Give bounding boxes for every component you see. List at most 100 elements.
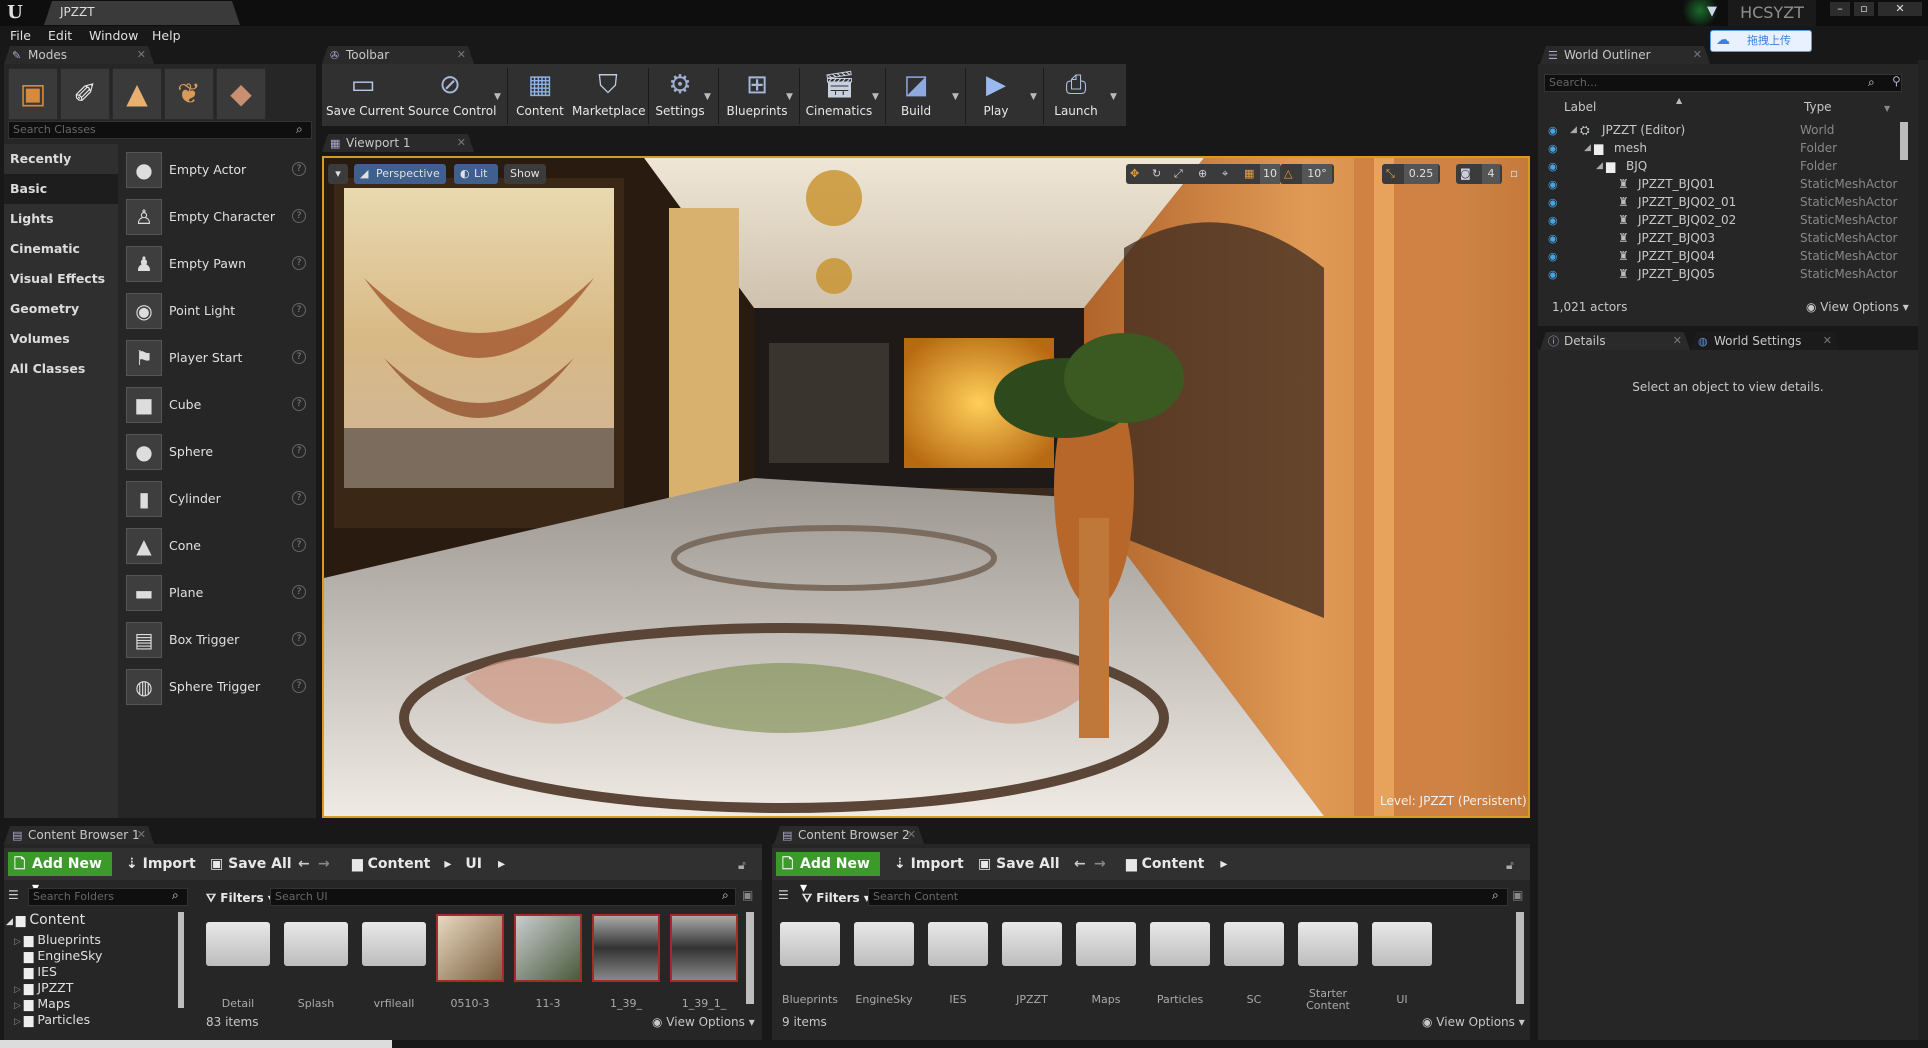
close-icon[interactable]: ✕ bbox=[1823, 332, 1832, 350]
grid-snap-value[interactable]: 10 bbox=[1260, 164, 1280, 184]
scale-snap[interactable]: ⤡ 0.25 bbox=[1382, 164, 1440, 184]
cb2-folder-thumbnail[interactable] bbox=[1224, 922, 1284, 966]
cb2-sources-toggle-icon[interactable]: ☰ bbox=[778, 888, 789, 902]
cb2-view-options[interactable]: ◉ View Options ▾ bbox=[1422, 1015, 1525, 1029]
help-icon[interactable]: ? bbox=[292, 256, 306, 270]
cb2-folder-thumbnail[interactable] bbox=[780, 922, 840, 966]
cb1-folder-thumbnail[interactable] bbox=[284, 922, 348, 966]
close-icon[interactable]: ✕ bbox=[457, 46, 466, 64]
cb1-forward-icon[interactable]: → bbox=[318, 852, 330, 876]
category-geometry[interactable]: Geometry bbox=[4, 294, 118, 324]
visibility-eye-icon[interactable]: ◉ bbox=[1548, 194, 1558, 212]
tab-toolbar[interactable]: ✇ Toolbar ✕ bbox=[322, 46, 474, 64]
category-lights[interactable]: Lights bbox=[4, 204, 118, 234]
cinematics-button[interactable]: 🎬︎ Cinematics bbox=[804, 68, 874, 126]
category-recently-placed[interactable]: Recently Placed bbox=[4, 144, 118, 196]
source-control-button[interactable]: ⊘ Source Control bbox=[408, 68, 496, 126]
document-tab[interactable]: JPZZT bbox=[44, 1, 240, 25]
visibility-eye-icon[interactable]: ◉ bbox=[1548, 248, 1558, 266]
cb1-import-button[interactable]: ⇣ Import bbox=[126, 852, 196, 876]
perspective-button[interactable]: ◢ Perspective bbox=[354, 164, 446, 184]
launch-dropdown-icon[interactable]: ▼ bbox=[1110, 92, 1117, 102]
world-space-icon[interactable]: ⊕ bbox=[1198, 164, 1207, 184]
cb2-search-input[interactable]: Search Content bbox=[868, 888, 1508, 906]
close-icon[interactable]: ✕ bbox=[1878, 2, 1922, 16]
grid-snap-icon[interactable]: ▦ bbox=[1244, 164, 1254, 184]
cb1-folder-thumbnail[interactable] bbox=[362, 922, 426, 966]
help-icon[interactable]: ? bbox=[292, 397, 306, 411]
close-icon[interactable]: ✕ bbox=[1693, 46, 1702, 64]
place-item-empty-character[interactable]: ♙ Empty Character? bbox=[126, 195, 312, 239]
menu-help[interactable]: Help bbox=[152, 26, 181, 46]
cb1-back-icon[interactable]: ← bbox=[298, 852, 310, 876]
visibility-eye-icon[interactable]: ◉ bbox=[1548, 266, 1558, 284]
rotation-snap[interactable]: △ 10° bbox=[1280, 164, 1334, 184]
minimize-icon[interactable]: – bbox=[1830, 2, 1850, 16]
close-icon[interactable]: ✕ bbox=[137, 826, 146, 844]
breadcrumb-content[interactable]: Content bbox=[368, 856, 431, 872]
outliner-row[interactable]: ◉ ♜ JPZZT_BJQ01 StaticMeshActor bbox=[1544, 175, 1914, 193]
place-item-plane[interactable]: ▬ Plane? bbox=[126, 571, 312, 615]
help-icon[interactable]: ? bbox=[292, 585, 306, 599]
blueprints-dropdown-icon[interactable]: ▼ bbox=[786, 92, 793, 102]
menu-edit[interactable]: Edit bbox=[48, 26, 72, 46]
help-icon[interactable]: ? bbox=[292, 350, 306, 364]
scale-icon[interactable]: ⤢ bbox=[1174, 164, 1183, 184]
cb1-texture-thumbnail[interactable] bbox=[592, 914, 660, 982]
outliner-row[interactable]: ◉ ♜ JPZZT_BJQ05 StaticMeshActor bbox=[1544, 265, 1914, 283]
camera-speed[interactable]: ◙ 4 bbox=[1456, 164, 1502, 184]
place-item-box-trigger[interactable]: ▤ Box Trigger? bbox=[126, 618, 312, 662]
foliage-mode-icon[interactable]: ❦ bbox=[164, 68, 214, 120]
cinematics-dropdown-icon[interactable]: ▼ bbox=[872, 92, 879, 102]
cb1-view-options[interactable]: ◉ View Options ▾ bbox=[652, 1015, 755, 1029]
build-dropdown-icon[interactable]: ▼ bbox=[952, 92, 959, 102]
save-current-button[interactable]: ▭ Save Current bbox=[326, 68, 404, 126]
play-dropdown-icon[interactable]: ▼ bbox=[1030, 92, 1037, 102]
expand-arrow-icon[interactable]: ◢ bbox=[1584, 139, 1591, 157]
tab-modes[interactable]: ✎ Modes ✕ bbox=[4, 46, 154, 64]
breadcrumb-content[interactable]: Content bbox=[1142, 856, 1205, 872]
help-icon[interactable]: ? bbox=[292, 632, 306, 646]
cb1-add-new-button[interactable]: 🗋︎Add New ▾ bbox=[8, 852, 112, 896]
category-all-classes[interactable]: All Classes bbox=[4, 354, 118, 384]
cb2-add-new-button[interactable]: 🗋︎ Add New ▾ bbox=[776, 852, 880, 896]
cb1-search-input[interactable]: Search UI bbox=[270, 888, 736, 906]
cb2-folder-thumbnail[interactable] bbox=[1002, 922, 1062, 966]
place-item-cylinder[interactable]: ▮ Cylinder? bbox=[126, 477, 312, 521]
cb1-lock-icon[interactable]: 🔓︎ bbox=[738, 858, 746, 873]
tab-world-outliner[interactable]: ☰ World Outliner ✕ bbox=[1540, 46, 1710, 64]
cb1-save-all-button[interactable]: ▣ Save All bbox=[210, 852, 292, 876]
cb2-save-search-icon[interactable]: ▣ bbox=[1512, 888, 1523, 902]
breadcrumb-arrow-icon[interactable]: ▸ bbox=[498, 856, 505, 872]
launch-button[interactable]: ⎙ Launch bbox=[1048, 68, 1104, 126]
cb2-filters-button[interactable]: ⛛ Filters ▾ bbox=[802, 886, 870, 910]
cb1-tree-root[interactable]: ◢ ▆ Content bbox=[6, 912, 85, 930]
visibility-eye-icon[interactable]: ◉ bbox=[1548, 122, 1558, 140]
surface-snap-icon[interactable]: ⌖ bbox=[1222, 164, 1228, 184]
translate-icon[interactable]: ✥ bbox=[1130, 164, 1139, 184]
notification-icon[interactable]: ▼ bbox=[1704, 4, 1720, 20]
help-icon[interactable]: ? bbox=[292, 444, 306, 458]
close-icon[interactable]: ✕ bbox=[457, 134, 466, 152]
cb2-import-button[interactable]: ⇣ Import bbox=[894, 852, 964, 876]
visibility-eye-icon[interactable]: ◉ bbox=[1548, 140, 1558, 158]
outliner-settings-icon[interactable]: ⚲ bbox=[1892, 74, 1901, 88]
cb2-folder-thumbnail[interactable] bbox=[1372, 922, 1432, 966]
cb1-save-search-icon[interactable]: ▣ bbox=[742, 888, 753, 902]
cb2-folder-thumbnail[interactable] bbox=[1150, 922, 1210, 966]
geometry-mode-icon[interactable]: ◆ bbox=[216, 68, 266, 120]
settings-button[interactable]: ⚙ Settings bbox=[652, 68, 708, 126]
outliner-row[interactable]: ◉ ♜ JPZZT_BJQ03 StaticMeshActor bbox=[1544, 229, 1914, 247]
tab-content-browser-1[interactable]: ▤ Content Browser 1 ✕ bbox=[4, 826, 154, 844]
visibility-eye-icon[interactable]: ◉ bbox=[1548, 158, 1558, 176]
cb2-lock-icon[interactable]: 🔓︎ bbox=[1506, 858, 1514, 873]
outliner-row[interactable]: ◉ ◢ ▆ BJQ Folder bbox=[1544, 157, 1914, 175]
content-button[interactable]: ▦ Content bbox=[512, 68, 568, 126]
place-item-cube[interactable]: ■ Cube? bbox=[126, 383, 312, 427]
cb2-folder-thumbnail[interactable] bbox=[854, 922, 914, 966]
close-icon[interactable]: ✕ bbox=[1673, 332, 1682, 350]
show-button[interactable]: Show bbox=[504, 164, 546, 184]
cb2-folder-thumbnail[interactable] bbox=[1298, 922, 1358, 966]
cb2-asset-scrollbar[interactable] bbox=[1516, 912, 1524, 1004]
menu-window[interactable]: Window bbox=[89, 26, 138, 46]
